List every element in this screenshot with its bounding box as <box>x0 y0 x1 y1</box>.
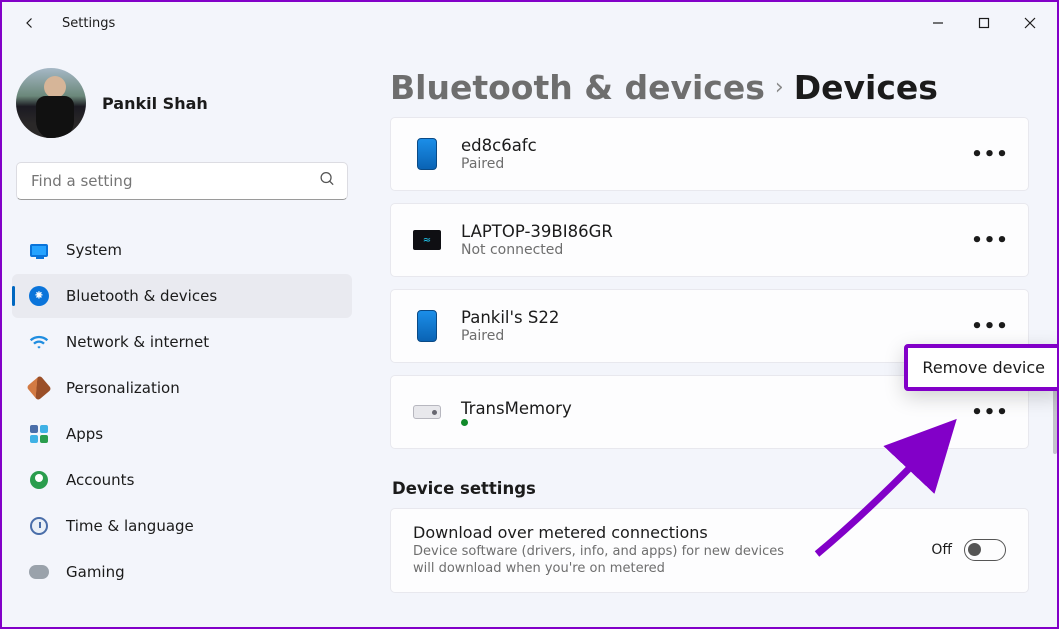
more-icon: ••• <box>971 316 1009 337</box>
device-more-button[interactable]: ••• <box>974 396 1006 428</box>
setting-title: Download over metered connections <box>413 523 793 542</box>
close-button[interactable] <box>1007 2 1053 44</box>
device-row[interactable]: LAPTOP-39BI86GR Not connected ••• <box>390 203 1029 277</box>
window-controls <box>915 2 1053 44</box>
breadcrumb: Bluetooth & devices › Devices <box>390 68 1029 107</box>
sidebar-item-system[interactable]: System <box>12 228 352 272</box>
sidebar: Pankil Shah System ⁕ Bluetooth & devices… <box>2 44 362 627</box>
user-name: Pankil Shah <box>102 94 208 113</box>
device-status: Not connected <box>461 242 954 258</box>
nav-label: Network & internet <box>66 333 209 351</box>
user-profile[interactable]: Pankil Shah <box>12 60 352 156</box>
back-arrow-icon <box>21 14 39 32</box>
search-input[interactable] <box>16 162 348 200</box>
remove-device-menu-item[interactable]: Remove device <box>922 358 1045 377</box>
sidebar-item-bluetooth-devices[interactable]: ⁕ Bluetooth & devices <box>12 274 352 318</box>
chevron-right-icon: › <box>775 75 784 100</box>
search-field[interactable] <box>16 162 348 200</box>
accounts-icon <box>28 469 50 491</box>
more-icon: ••• <box>971 144 1009 165</box>
setting-description: Device software (drivers, info, and apps… <box>413 544 793 578</box>
sidebar-item-accounts[interactable]: Accounts <box>12 458 352 502</box>
personalization-icon <box>28 377 50 399</box>
sidebar-item-personalization[interactable]: Personalization <box>12 366 352 410</box>
nav-label: Bluetooth & devices <box>66 287 217 305</box>
bluetooth-icon: ⁕ <box>28 285 50 307</box>
device-more-button[interactable]: ••• <box>974 310 1006 342</box>
sidebar-item-time-language[interactable]: Time & language <box>12 504 352 548</box>
nav-label: Accounts <box>66 471 134 489</box>
sidebar-item-gaming[interactable]: Gaming <box>12 550 352 594</box>
nav-label: System <box>66 241 122 259</box>
sidebar-item-apps[interactable]: Apps <box>12 412 352 456</box>
apps-icon <box>28 423 50 445</box>
breadcrumb-parent-link[interactable]: Bluetooth & devices <box>390 68 765 107</box>
annotation-arrow-icon <box>807 394 977 564</box>
system-icon <box>28 239 50 261</box>
device-name: ed8c6afc <box>461 136 954 155</box>
device-more-button[interactable]: ••• <box>974 138 1006 170</box>
minimize-icon <box>932 17 944 29</box>
time-language-icon <box>28 515 50 537</box>
device-status: Paired <box>461 156 954 172</box>
device-status: Paired <box>461 328 954 344</box>
drive-icon <box>413 393 441 431</box>
nav-label: Time & language <box>66 517 194 535</box>
breadcrumb-current: Devices <box>794 68 938 107</box>
device-more-button[interactable]: ••• <box>974 224 1006 256</box>
close-icon <box>1024 17 1036 29</box>
window-title: Settings <box>62 16 115 31</box>
main-panel: Bluetooth & devices › Devices ed8c6afc P… <box>362 44 1057 627</box>
nav-list: System ⁕ Bluetooth & devices Network & i… <box>12 228 352 594</box>
wifi-icon <box>28 331 50 353</box>
phone-icon <box>413 135 441 173</box>
maximize-icon <box>978 17 990 29</box>
titlebar: Settings <box>2 2 1057 44</box>
device-row[interactable]: ed8c6afc Paired ••• <box>390 117 1029 191</box>
nav-label: Personalization <box>66 379 180 397</box>
back-button[interactable] <box>16 9 44 37</box>
device-name: Pankil's S22 <box>461 308 954 327</box>
laptop-icon <box>413 221 441 259</box>
gaming-icon <box>28 561 50 583</box>
status-dot-icon <box>461 419 468 426</box>
more-icon: ••• <box>971 230 1009 251</box>
sidebar-item-network-internet[interactable]: Network & internet <box>12 320 352 364</box>
search-icon <box>319 171 336 192</box>
device-context-menu: Remove device <box>904 344 1057 391</box>
maximize-button[interactable] <box>961 2 1007 44</box>
minimize-button[interactable] <box>915 2 961 44</box>
phone-icon <box>413 307 441 345</box>
nav-label: Apps <box>66 425 103 443</box>
avatar <box>16 68 86 138</box>
device-name: LAPTOP-39BI86GR <box>461 222 954 241</box>
nav-label: Gaming <box>66 563 125 581</box>
